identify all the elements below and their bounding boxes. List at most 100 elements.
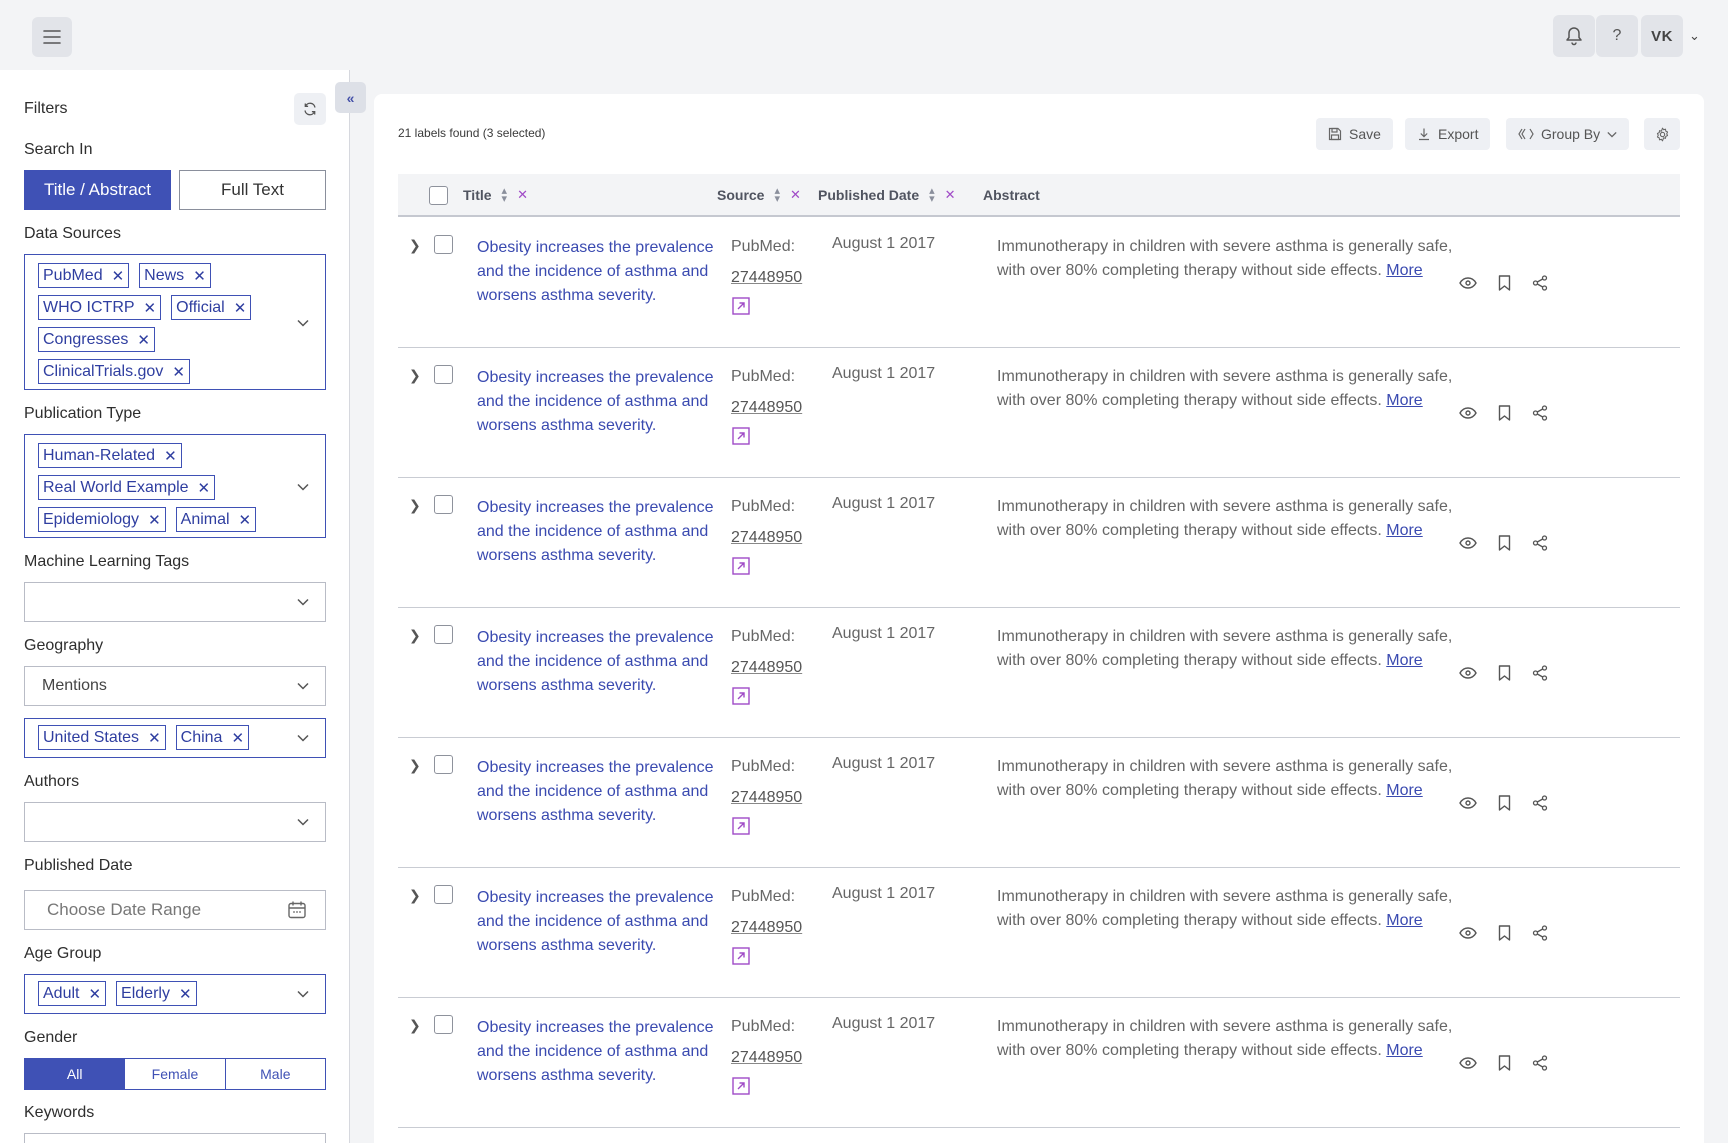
share-button[interactable] xyxy=(1530,793,1550,813)
more-link[interactable]: More xyxy=(1386,392,1422,409)
date-range-input[interactable]: Choose Date Range xyxy=(24,890,326,930)
more-link[interactable]: More xyxy=(1386,912,1422,929)
external-link-icon[interactable] xyxy=(731,296,751,316)
remove-tag-icon[interactable]: ✕ xyxy=(193,267,206,285)
sort-icon[interactable]: ▴ ▾ xyxy=(502,186,508,205)
gender-female[interactable]: Female xyxy=(125,1059,226,1089)
sort-icon[interactable]: ▴ ▾ xyxy=(929,186,935,205)
more-link[interactable]: More xyxy=(1386,262,1422,279)
account-menu-chevron-icon[interactable]: ⌄ xyxy=(1689,28,1700,44)
view-button[interactable] xyxy=(1458,533,1478,553)
pmid-link[interactable]: 27448950 xyxy=(731,916,802,940)
external-link-icon[interactable] xyxy=(731,686,751,706)
row-checkbox[interactable] xyxy=(434,625,453,644)
external-link-icon[interactable] xyxy=(731,946,751,966)
row-checkbox[interactable] xyxy=(434,495,453,514)
article-title-link[interactable]: Obesity increases the prevalence and the… xyxy=(477,626,717,698)
clear-sort-icon[interactable]: ✕ xyxy=(945,187,956,203)
expand-row-chevron-icon[interactable]: ❯ xyxy=(409,627,421,644)
export-button[interactable]: Export xyxy=(1405,118,1491,150)
clear-sort-icon[interactable]: ✕ xyxy=(517,187,528,203)
share-button[interactable] xyxy=(1530,923,1550,943)
more-link[interactable]: More xyxy=(1386,782,1422,799)
hamburger-menu-button[interactable] xyxy=(32,17,72,57)
remove-tag-icon[interactable]: ✕ xyxy=(148,729,161,747)
view-button[interactable] xyxy=(1458,793,1478,813)
pmid-link[interactable]: 27448950 xyxy=(731,266,802,290)
reset-filters-button[interactable] xyxy=(294,93,326,125)
column-source[interactable]: Source ▴ ▾ ✕ xyxy=(717,186,801,205)
remove-tag-icon[interactable]: ✕ xyxy=(144,299,157,317)
row-checkbox[interactable] xyxy=(434,365,453,384)
expand-row-chevron-icon[interactable]: ❯ xyxy=(409,367,421,384)
article-title-link[interactable]: Obesity increases the prevalence and the… xyxy=(477,1016,717,1088)
gender-male[interactable]: Male xyxy=(225,1059,325,1089)
pmid-link[interactable]: 27448950 xyxy=(731,526,802,550)
ml-tags-select[interactable] xyxy=(24,582,326,622)
article-title-link[interactable]: Obesity increases the prevalence and the… xyxy=(477,886,717,958)
bookmark-button[interactable] xyxy=(1494,793,1514,813)
more-link[interactable]: More xyxy=(1386,1042,1422,1059)
row-checkbox[interactable] xyxy=(434,885,453,904)
publication-type-select[interactable]: Human-Related ✕ Real World Example ✕ Epide… xyxy=(24,434,326,538)
share-button[interactable] xyxy=(1530,273,1550,293)
pmid-link[interactable]: 27448950 xyxy=(731,396,802,420)
geography-mode-select[interactable]: Mentions xyxy=(24,666,326,706)
search-in-full-text[interactable]: Full Text xyxy=(179,170,326,210)
view-button[interactable] xyxy=(1458,273,1478,293)
remove-tag-icon[interactable]: ✕ xyxy=(179,985,192,1003)
bookmark-button[interactable] xyxy=(1494,663,1514,683)
remove-tag-icon[interactable]: ✕ xyxy=(231,729,244,747)
remove-tag-icon[interactable]: ✕ xyxy=(88,985,101,1003)
sort-icon[interactable]: ▴ ▾ xyxy=(774,186,780,205)
pmid-link[interactable]: 27448950 xyxy=(731,1046,802,1070)
bookmark-button[interactable] xyxy=(1494,923,1514,943)
pmid-link[interactable]: 27448950 xyxy=(731,786,802,810)
column-title[interactable]: Title ▴ ▾ ✕ xyxy=(463,186,528,205)
expand-row-chevron-icon[interactable]: ❯ xyxy=(409,237,421,254)
external-link-icon[interactable] xyxy=(731,556,751,576)
article-title-link[interactable]: Obesity increases the prevalence and the… xyxy=(477,756,717,828)
view-button[interactable] xyxy=(1458,923,1478,943)
expand-row-chevron-icon[interactable]: ❯ xyxy=(409,1017,421,1034)
geography-countries-select[interactable]: United States ✕ China ✕ xyxy=(24,718,326,758)
bookmark-button[interactable] xyxy=(1494,273,1514,293)
settings-button[interactable] xyxy=(1644,118,1680,150)
expand-row-chevron-icon[interactable]: ❯ xyxy=(409,757,421,774)
bookmark-button[interactable] xyxy=(1494,533,1514,553)
share-button[interactable] xyxy=(1530,1053,1550,1073)
external-link-icon[interactable] xyxy=(731,1076,751,1096)
article-title-link[interactable]: Obesity increases the prevalence and the… xyxy=(477,496,717,568)
remove-tag-icon[interactable]: ✕ xyxy=(137,331,150,349)
remove-tag-icon[interactable]: ✕ xyxy=(164,447,177,465)
notifications-button[interactable] xyxy=(1553,15,1595,57)
bookmark-button[interactable] xyxy=(1494,403,1514,423)
user-avatar-button[interactable]: VK xyxy=(1641,15,1683,57)
authors-select[interactable] xyxy=(24,802,326,842)
row-checkbox[interactable] xyxy=(434,235,453,254)
expand-row-chevron-icon[interactable]: ❯ xyxy=(409,887,421,904)
share-button[interactable] xyxy=(1530,533,1550,553)
remove-tag-icon[interactable]: ✕ xyxy=(198,479,211,497)
remove-tag-icon[interactable]: ✕ xyxy=(234,299,247,317)
row-checkbox[interactable] xyxy=(434,1015,453,1034)
more-link[interactable]: More xyxy=(1386,652,1422,669)
view-button[interactable] xyxy=(1458,403,1478,423)
select-all-checkbox[interactable] xyxy=(429,186,448,205)
remove-tag-icon[interactable]: ✕ xyxy=(172,363,185,381)
share-button[interactable] xyxy=(1530,663,1550,683)
calendar-icon[interactable] xyxy=(287,900,307,920)
remove-tag-icon[interactable]: ✕ xyxy=(148,511,161,529)
external-link-icon[interactable] xyxy=(731,816,751,836)
clear-sort-icon[interactable]: ✕ xyxy=(790,187,801,203)
column-published-date[interactable]: Published Date ▴ ▾ ✕ xyxy=(818,186,956,205)
save-button[interactable]: Save xyxy=(1316,118,1393,150)
article-title-link[interactable]: Obesity increases the prevalence and the… xyxy=(477,236,717,308)
keywords-input[interactable] xyxy=(24,1133,326,1143)
view-button[interactable] xyxy=(1458,1053,1478,1073)
remove-tag-icon[interactable]: ✕ xyxy=(239,511,252,529)
article-title-link[interactable]: Obesity increases the prevalence and the… xyxy=(477,366,717,438)
collapse-sidebar-button[interactable]: « xyxy=(335,82,366,113)
view-button[interactable] xyxy=(1458,663,1478,683)
bookmark-button[interactable] xyxy=(1494,1053,1514,1073)
